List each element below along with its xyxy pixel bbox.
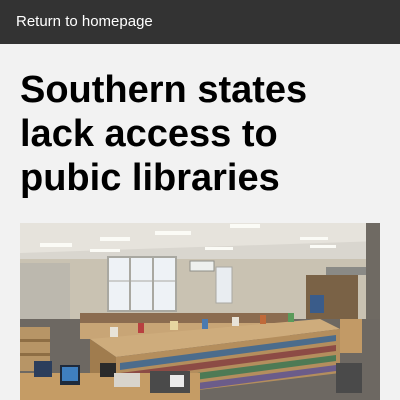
article-title: Southern states lack access to pubic lib… bbox=[20, 69, 308, 199]
library-interior-photo bbox=[20, 223, 380, 400]
top-nav-bar: Return to homepage bbox=[0, 0, 400, 44]
return-to-homepage-link[interactable]: Return to homepage bbox=[16, 12, 153, 32]
